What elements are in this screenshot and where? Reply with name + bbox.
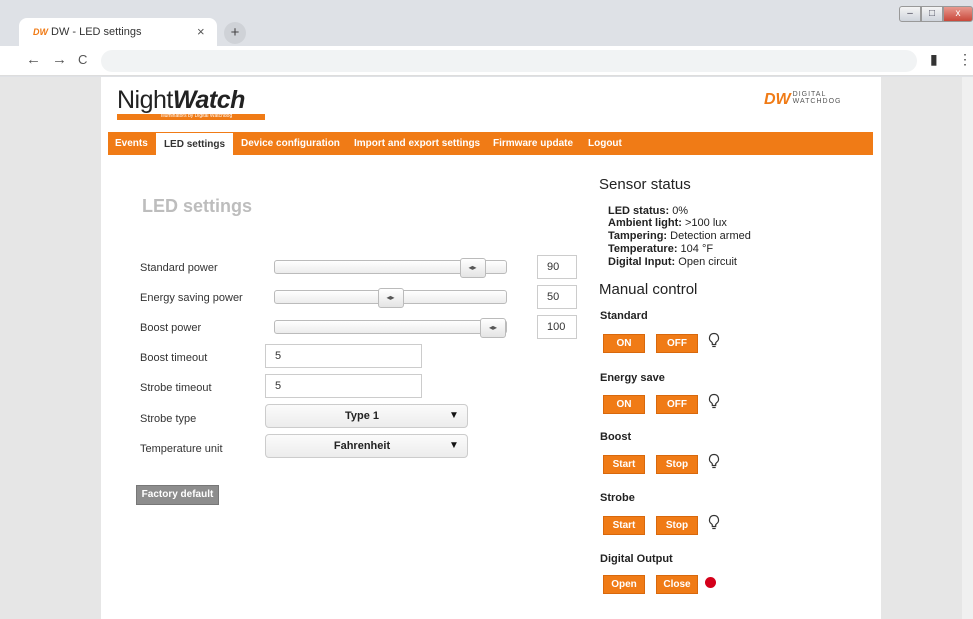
browser-toolbar: ← → C ▮ ⋮ bbox=[0, 46, 973, 76]
energy-power-value[interactable]: 50 bbox=[537, 285, 577, 309]
back-arrow-icon[interactable]: ← bbox=[26, 51, 41, 68]
page-viewport: NightWatch Illuminators by Digital Watch… bbox=[0, 77, 973, 619]
boost-power-label: Boost power bbox=[140, 322, 202, 334]
address-bar[interactable] bbox=[101, 50, 917, 72]
digital-output-group-label: Digital Output bbox=[600, 553, 673, 565]
page-content: NightWatch Illuminators by Digital Watch… bbox=[101, 77, 881, 619]
browser-tab[interactable]: DW DW - LED settings × bbox=[19, 18, 217, 46]
menu-events[interactable]: Events bbox=[115, 132, 148, 155]
strobe-group-label: Strobe bbox=[600, 492, 635, 504]
digital-input-row: Digital Input: Open circuit bbox=[608, 256, 737, 268]
browser-menu-icon[interactable]: ⋮ bbox=[958, 51, 972, 68]
strobe-start-button[interactable]: Start bbox=[603, 516, 645, 535]
red-dot-icon bbox=[705, 577, 716, 588]
boost-power-value[interactable]: 100 bbox=[537, 315, 577, 339]
temperature-unit-label: Temperature unit bbox=[140, 443, 223, 455]
boost-timeout-label: Boost timeout bbox=[140, 352, 208, 364]
reload-icon[interactable]: C bbox=[78, 52, 87, 67]
strobe-timeout-input[interactable]: 5 bbox=[265, 374, 422, 398]
standard-group-label: Standard bbox=[600, 310, 648, 322]
vertical-scrollbar[interactable] bbox=[962, 77, 973, 619]
standard-power-label: Standard power bbox=[140, 262, 218, 274]
logo-tagline: Illuminators by Digital Watchdog bbox=[161, 113, 233, 119]
energy-on-button[interactable]: ON bbox=[603, 395, 645, 414]
main-menu-bar: Events LED settings Device configuration… bbox=[108, 132, 873, 155]
factory-default-button[interactable]: Factory default bbox=[136, 485, 219, 505]
boost-power-slider-handle[interactable]: ◂▸ bbox=[480, 318, 506, 338]
page-title: LED settings bbox=[142, 196, 253, 216]
bulb-icon bbox=[708, 453, 720, 469]
temperature-unit-select[interactable]: Fahrenheit ▼ bbox=[265, 434, 468, 458]
extension-icon[interactable]: ▮ bbox=[930, 51, 938, 68]
boost-stop-button[interactable]: Stop bbox=[656, 455, 698, 474]
bulb-icon bbox=[708, 332, 720, 348]
boost-power-slider[interactable]: ◂▸ bbox=[274, 318, 507, 338]
menu-import-export[interactable]: Import and export settings bbox=[354, 132, 480, 155]
standard-power-slider-handle[interactable]: ◂▸ bbox=[459, 258, 486, 278]
chevron-down-icon: ▼ bbox=[449, 440, 459, 451]
sensor-status-title: Sensor status bbox=[599, 176, 691, 193]
boost-group-label: Boost bbox=[600, 431, 632, 443]
led-status-row: LED status: 0% bbox=[608, 205, 689, 217]
new-tab-button[interactable]: + bbox=[224, 22, 246, 44]
browser-titlebar: DW DW - LED settings × + ‒ □ x bbox=[0, 0, 973, 46]
energy-power-slider-handle[interactable]: ◂▸ bbox=[377, 288, 404, 308]
menu-firmware-update[interactable]: Firmware update bbox=[493, 132, 573, 155]
bulb-icon bbox=[708, 514, 720, 530]
forward-arrow-icon[interactable]: → bbox=[52, 51, 67, 68]
energy-power-label: Energy saving power bbox=[140, 292, 243, 304]
bulb-icon bbox=[708, 393, 720, 409]
temperature-row: Temperature: 104 °F bbox=[608, 243, 714, 255]
strobe-type-select[interactable]: Type 1 ▼ bbox=[265, 404, 468, 428]
energy-power-slider[interactable]: ◂▸ bbox=[274, 288, 507, 308]
menu-logout[interactable]: Logout bbox=[588, 132, 622, 155]
standard-power-slider[interactable]: ◂▸ bbox=[274, 258, 507, 278]
strobe-type-value: Type 1 bbox=[344, 410, 380, 422]
standard-off-button[interactable]: OFF bbox=[656, 334, 698, 353]
strobe-stop-button[interactable]: Stop bbox=[656, 516, 698, 535]
dw-favicon-icon: DW bbox=[33, 27, 48, 37]
standard-power-value[interactable]: 90 bbox=[537, 255, 577, 279]
strobe-type-label: Strobe type bbox=[140, 413, 197, 425]
tab-close-icon[interactable]: × bbox=[197, 24, 205, 39]
temperature-unit-value: Fahrenheit bbox=[333, 440, 391, 452]
menu-device-configuration[interactable]: Device configuration bbox=[241, 132, 340, 155]
strobe-timeout-label: Strobe timeout bbox=[140, 382, 212, 394]
chevron-down-icon: ▼ bbox=[449, 410, 459, 421]
tab-title: DW - LED settings bbox=[51, 26, 142, 38]
ambient-light-row: Ambient light: >100 lux bbox=[608, 217, 727, 229]
digital-watchdog-logo: DW DIGITAL WATCHDOG bbox=[764, 91, 842, 108]
window-minimize-button[interactable]: ‒ bbox=[899, 6, 921, 22]
nightwatch-logo: NightWatch bbox=[117, 86, 245, 114]
energy-save-group-label: Energy save bbox=[600, 372, 665, 384]
standard-on-button[interactable]: ON bbox=[603, 334, 645, 353]
digital-output-close-button[interactable]: Close bbox=[656, 575, 698, 594]
window-maximize-button[interactable]: □ bbox=[921, 6, 943, 22]
energy-off-button[interactable]: OFF bbox=[656, 395, 698, 414]
window-close-button[interactable]: x bbox=[943, 6, 973, 22]
manual-control-title: Manual control bbox=[599, 281, 698, 298]
menu-led-settings[interactable]: LED settings bbox=[155, 132, 234, 155]
digital-output-open-button[interactable]: Open bbox=[603, 575, 645, 594]
tampering-row: Tampering: Detection armed bbox=[608, 230, 751, 242]
boost-start-button[interactable]: Start bbox=[603, 455, 645, 474]
boost-timeout-input[interactable]: 5 bbox=[265, 344, 422, 368]
